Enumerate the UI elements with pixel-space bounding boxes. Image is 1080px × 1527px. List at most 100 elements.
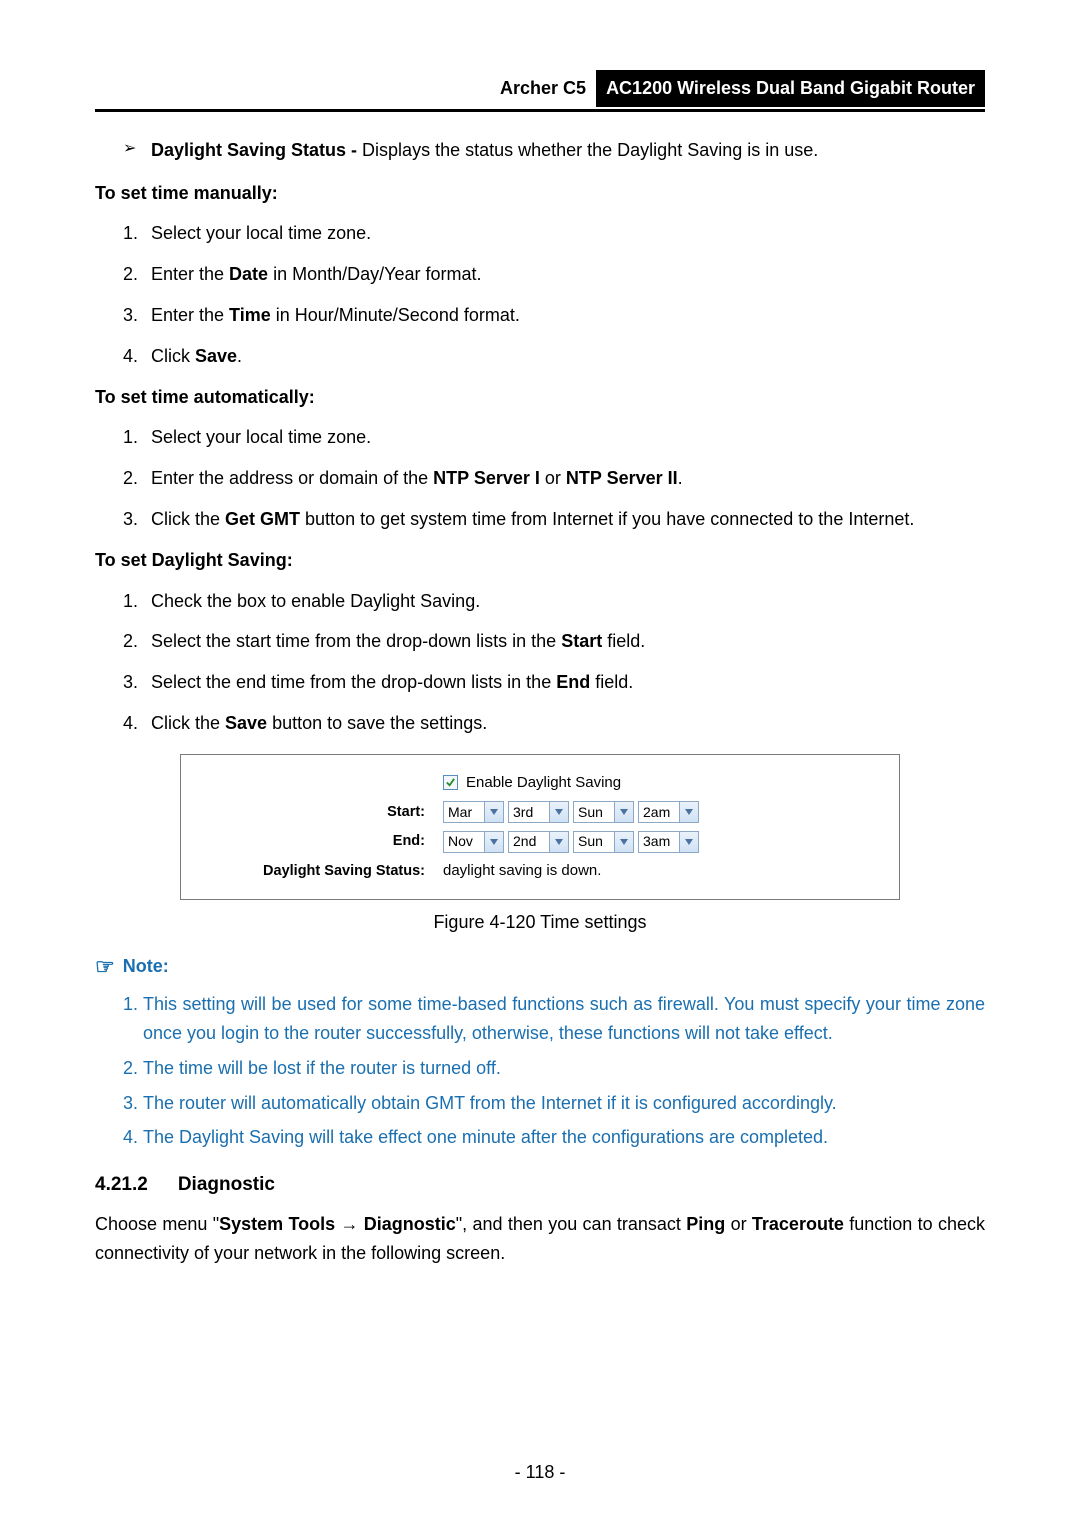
start-week-select[interactable]: 3rd [508,801,569,823]
page-header: Archer C5 AC1200 Wireless Dual Band Giga… [95,70,985,112]
list-item: Enter the Time in Hour/Minute/Second for… [143,301,985,330]
start-day-select[interactable]: Sun [573,801,634,823]
note-heading: ☞ Note: [95,949,985,984]
select-value: 2nd [508,831,550,853]
list-item: Select the end time from the drop-down l… [143,668,985,697]
select-value: Mar [443,801,485,823]
select-value: Nov [443,831,485,853]
chevron-down-icon [485,801,504,823]
heading-ds: To set Daylight Saving: [95,546,985,575]
list-auto: Select your local time zone. Enter the a… [95,423,985,533]
section-number: 4.21.2 [95,1170,148,1200]
end-month-select[interactable]: Nov [443,831,504,853]
text-bold: Date [229,264,268,284]
heading-auto: To set time automatically: [95,383,985,412]
list-item: Select your local time zone. [143,423,985,452]
text: Select the start time from the drop-down… [151,631,561,651]
start-cell: Mar 3rd Sun 2am [443,801,699,823]
triangle-bullet-icon: ➢ [123,136,151,165]
heading-manual: To set time manually: [95,179,985,208]
text: Enter the address or domain of the [151,468,433,488]
pointing-hand-icon: ☞ [95,949,115,984]
list-item: Click Save. [143,342,985,371]
status-value: daylight saving is down. [443,859,601,883]
text-bold: NTP Server I [433,468,540,488]
text: Select your local time zone. [151,223,371,243]
text-bold: NTP Server II [566,468,678,488]
text: Enter the [151,305,229,325]
figure-row-enable: Enable Daylight Saving [195,771,885,795]
bullet-label: Daylight Saving Status - [151,140,357,160]
text-bold: Diagnostic [364,1214,456,1234]
figure-row-start: Start: Mar 3rd Sun 2am [195,801,885,824]
list-item: Enter the Date in Month/Day/Year format. [143,260,985,289]
bullet-text: Daylight Saving Status - Displays the st… [151,136,985,165]
end-day-select[interactable]: Sun [573,831,634,853]
start-label: Start: [195,801,443,824]
end-week-select[interactable]: 2nd [508,831,569,853]
enable-daylight-label: Enable Daylight Saving [466,771,621,795]
check-icon [445,777,456,788]
note-label: Note: [123,952,169,981]
chevron-down-icon [615,801,634,823]
figure-row-end: End: Nov 2nd Sun 3am [195,830,885,853]
list-item: Check the box to enable Daylight Saving. [143,587,985,616]
section-heading: 4.21.2 Diagnostic [95,1170,985,1200]
text: . [678,468,683,488]
select-value: Sun [573,801,615,823]
page-number: - 118 - [0,1458,1080,1487]
text: Check the box to enable Daylight Saving. [151,591,480,611]
note-item: The time will be lost if the router is t… [143,1054,985,1083]
page-header-inner: Archer C5 AC1200 Wireless Dual Band Giga… [490,70,985,107]
text: in Month/Day/Year format. [268,264,481,284]
select-value: Sun [573,831,615,853]
bullet-desc: Displays the status whether the Daylight… [357,140,818,160]
note-item: This setting will be used for some time-… [143,990,985,1048]
end-label: End: [195,830,443,853]
header-model: Archer C5 [490,70,596,107]
list-manual: Select your local time zone. Enter the D… [95,219,985,370]
page: Archer C5 AC1200 Wireless Dual Band Giga… [0,0,1080,1527]
text-bold: Save [195,346,237,366]
chevron-down-icon [485,831,504,853]
status-label: Daylight Saving Status: [195,860,443,883]
text: button to save the settings. [267,713,487,733]
text: ", and then you can transact [456,1214,686,1234]
text: Select the end time from the drop-down l… [151,672,556,692]
text: Choose menu " [95,1214,219,1234]
text: Click the [151,509,225,529]
text: in Hour/Minute/Second format. [271,305,520,325]
start-month-select[interactable]: Mar [443,801,504,823]
enable-cell: Enable Daylight Saving [443,771,621,795]
text: button to get system time from Internet … [300,509,914,529]
arrow-right-icon: → [335,1214,364,1234]
text: . [237,346,242,366]
end-cell: Nov 2nd Sun 3am [443,831,699,853]
text: Enter the [151,264,229,284]
note-item: The router will automatically obtain GMT… [143,1089,985,1118]
header-product: AC1200 Wireless Dual Band Gigabit Router [596,70,985,107]
text-bold: Ping [686,1214,725,1234]
list-item: Select the start time from the drop-down… [143,627,985,656]
text-bold: Traceroute [752,1214,844,1234]
list-item: Select your local time zone. [143,219,985,248]
list-item: Enter the address or domain of the NTP S… [143,464,985,493]
text: or [725,1214,752,1234]
chevron-down-icon [680,831,699,853]
section-title: Diagnostic [178,1170,275,1200]
text: Click the [151,713,225,733]
text-bold: End [556,672,590,692]
start-hour-select[interactable]: 2am [638,801,699,823]
bullet-daylight-status: ➢ Daylight Saving Status - Displays the … [123,136,985,165]
text-bold: Save [225,713,267,733]
text-bold: Get GMT [225,509,300,529]
text: Select your local time zone. [151,427,371,447]
figure-caption: Figure 4-120 Time settings [95,908,985,937]
figure-time-settings: Enable Daylight Saving Start: Mar 3rd Su… [180,754,900,900]
text-bold: System Tools [219,1214,335,1234]
text: Click [151,346,195,366]
enable-daylight-checkbox[interactable] [443,775,458,790]
diagnostic-paragraph: Choose menu "System Tools → Diagnostic",… [95,1210,985,1268]
figure-row-status: Daylight Saving Status: daylight saving … [195,859,885,883]
end-hour-select[interactable]: 3am [638,831,699,853]
